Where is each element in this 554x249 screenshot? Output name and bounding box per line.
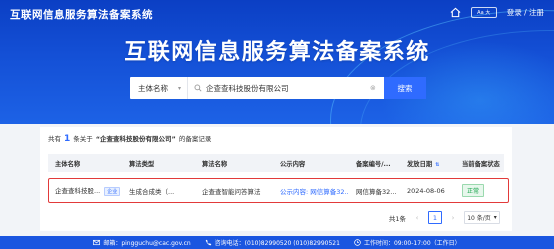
footer-phone: 咨询电话：(010)82990520 (010)82990521 (205, 238, 340, 247)
footer-email-text: 邮箱：pingguchu@cac.gov.cn (103, 240, 191, 247)
column-header-label: 发放日期 (407, 160, 433, 168)
next-page-button[interactable]: › (446, 211, 460, 224)
page-size-label: 10 条/页 (467, 215, 491, 222)
clock-icon (354, 239, 361, 246)
pagination: 共1条 ‹ 1 › 10 条/页 ▾ (389, 211, 500, 224)
cell-status: 正常 (455, 184, 504, 197)
table-row[interactable]: 企查查科技股... 企业 生成合成类（... 企查查智能问答算法 公示内容: 网信… (48, 178, 504, 203)
footer-phone-text: 咨询电话：(010)82990520 (010)82990521 (214, 240, 340, 247)
cell-date: 2024-08-06 (407, 186, 445, 195)
column-header: 算法类型 (129, 160, 155, 168)
pagination-total: 共1条 (388, 214, 406, 223)
search-field: ⊗ (188, 77, 384, 99)
summary-query: “企查查科技股份有限公司” (95, 135, 176, 143)
search-type-select[interactable]: 主体名称 ▾ (130, 77, 188, 99)
results-count: 1 (64, 134, 71, 144)
chevron-down-icon: ▾ (493, 214, 497, 221)
search-bar: 主体名称 ▾ ⊗ 搜索 (130, 77, 426, 99)
search-button[interactable]: 搜索 (384, 77, 426, 99)
status-badge: 正常 (462, 184, 485, 197)
cell-algo-name: 企查查智能问答算法 (202, 187, 261, 196)
page-number-button[interactable]: 1 (428, 211, 442, 224)
search-input[interactable] (206, 83, 366, 93)
page-title: 互联网信息服务算法备案系统 (124, 40, 430, 65)
summary-mid: 条关于 (73, 135, 93, 143)
clear-icon[interactable]: ⊗ (370, 84, 376, 92)
cell-record-no: 网信算备32... (356, 187, 397, 196)
top-bar: 互联网信息服务算法备案系统 Aa 大 登录 / 注册 (0, 0, 554, 28)
prev-page-button[interactable]: ‹ (410, 211, 424, 224)
entity-name[interactable]: 企查查科技股... (55, 187, 100, 195)
login-register-link[interactable]: 登录 / 注册 (507, 7, 544, 18)
font-size-toggle[interactable]: Aa 大 (470, 7, 497, 18)
entity-type-badge: 企业 (104, 187, 121, 196)
chevron-down-icon: ▾ (177, 84, 181, 92)
cell-entity: 企查查科技股... 企业 (48, 185, 122, 196)
hero-banner: 互联网信息服务算法备案系统 Aa 大 登录 / 注册 互联网信息服务算法备案系统… (0, 0, 554, 124)
home-icon[interactable] (450, 7, 461, 18)
summary-suffix: 的备案记录 (178, 135, 212, 143)
page-size-select[interactable]: 10 条/页 ▾ (464, 211, 500, 224)
mail-icon (93, 239, 101, 246)
search-type-label: 主体名称 (138, 83, 168, 93)
site-title[interactable]: 互联网信息服务算法备案系统 (10, 7, 153, 22)
column-header: 备案编号/... (356, 160, 391, 168)
search-icon (194, 84, 202, 92)
footer-hours-text: 工作时间：09:00-17:00（工作日） (363, 240, 461, 247)
table-header: 主体名称 算法类型 算法名称 公示内容 备案编号/... 发放日期 ⇅ 当前备案状… (48, 154, 504, 172)
top-bar-actions: Aa 大 登录 / 注册 (450, 7, 544, 18)
results-panel: 共有 1 条关于 “企查查科技股份有限公司” 的备案记录 主体名称 算法类型 算… (40, 127, 512, 231)
cell-algo-type: 生成合成类（... (129, 187, 175, 196)
phone-icon (205, 239, 211, 246)
column-header: 主体名称 (55, 160, 81, 168)
column-header-date[interactable]: 发放日期 ⇅ (400, 159, 455, 168)
footer: 邮箱：pingguchu@cac.gov.cn 咨询电话：(010)829905… (0, 236, 554, 249)
column-header: 公示内容 (280, 160, 306, 168)
column-header: 算法名称 (202, 160, 228, 168)
sort-icon[interactable]: ⇅ (435, 162, 439, 168)
cell-publicity-link[interactable]: 公示内容: 网信算备32... (273, 186, 349, 196)
results-summary: 共有 1 条关于 “企查查科技股份有限公司” 的备案记录 (48, 133, 211, 144)
summary-prefix: 共有 (48, 135, 61, 143)
footer-email: 邮箱：pingguchu@cac.gov.cn (93, 238, 191, 247)
footer-hours: 工作时间：09:00-17:00（工作日） (354, 238, 461, 247)
column-header: 当前备案状态 (462, 160, 500, 168)
